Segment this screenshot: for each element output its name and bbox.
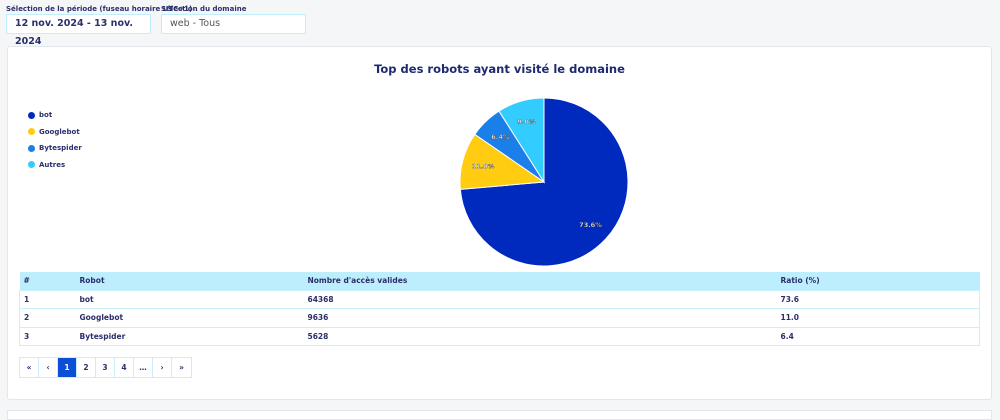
domain-label: Sélection du domaine xyxy=(161,5,247,13)
legend-item-autres[interactable]: Autres xyxy=(28,157,82,174)
legend-item-bot[interactable]: bot xyxy=(28,107,82,124)
column-header[interactable]: Robot xyxy=(75,272,304,290)
pie-data-label: 9.0% xyxy=(517,118,536,126)
table-row: 2 Googlebot 9636 11.0 xyxy=(19,308,980,327)
chart-title: Top des robots ayant visité le domaine xyxy=(374,62,625,76)
table-cell: bot xyxy=(75,289,304,309)
robots-card: Top des robots ayant visité le domaine b… xyxy=(7,46,992,400)
legend-label: bot xyxy=(39,111,53,120)
table-cell: 9636 xyxy=(303,308,777,327)
table-cell: 64368 xyxy=(303,289,777,309)
column-header[interactable]: # xyxy=(19,272,76,290)
table-cell: 73.6 xyxy=(776,289,980,309)
legend-label: Autres xyxy=(39,160,66,169)
legend-marker xyxy=(28,144,35,152)
next-card xyxy=(7,410,992,420)
table-cell: 3 xyxy=(19,326,76,346)
page-button[interactable]: 1 xyxy=(58,358,77,377)
pie-data-label: 73.6% xyxy=(579,221,602,229)
legend-label: Googlebot xyxy=(39,127,80,136)
table-cell: 1 xyxy=(19,289,76,309)
domain-select[interactable]: web - Tous xyxy=(161,14,306,34)
page-button[interactable]: « xyxy=(20,358,39,377)
legend-marker xyxy=(28,128,35,136)
pie-chart: 73.6% 11.0% 6.4% 9.0% xyxy=(459,97,628,267)
page-button[interactable]: 2 xyxy=(77,358,96,377)
robots-table: # Robot Nombre d'accès valides Ratio (%) 1b… xyxy=(19,272,980,346)
table-cell: Bytespider xyxy=(75,326,304,346)
column-header[interactable]: Ratio (%) xyxy=(776,272,980,290)
pie-data-label: 6.4% xyxy=(491,133,510,141)
table-cell: 2 xyxy=(19,308,76,327)
table-cell: Googlebot xyxy=(75,308,304,327)
chart-legend: bot Googlebot Bytespider Autres xyxy=(28,107,82,173)
legend-item-bytespider[interactable]: Bytespider xyxy=(28,140,82,157)
pie-data-label: 11.0% xyxy=(472,162,495,170)
legend-label: Bytespider xyxy=(39,144,82,153)
legend-marker xyxy=(28,111,35,119)
pagination: «‹ 1 2 3 4… ›» xyxy=(19,357,192,378)
table-cell: 11.0 xyxy=(776,308,980,327)
page-button[interactable]: … xyxy=(134,358,153,377)
page-button[interactable]: 4 xyxy=(115,358,134,377)
table-cell: 6.4 xyxy=(776,326,980,346)
page-button[interactable]: » xyxy=(172,358,191,377)
page-button[interactable]: › xyxy=(153,358,172,377)
legend-marker xyxy=(28,161,35,169)
legend-item-googlebot[interactable]: Googlebot xyxy=(28,124,82,141)
page-button[interactable]: 3 xyxy=(96,358,115,377)
page-button[interactable]: ‹ xyxy=(39,358,58,377)
table-row: 1 bot 64368 73.6 xyxy=(19,289,980,309)
column-header[interactable]: Nombre d'accès valides xyxy=(303,272,777,290)
period-picker[interactable]: 12 nov. 2024 - 13 nov. 2024 xyxy=(6,14,151,47)
table-row: 3 Bytespider 5628 6.4 xyxy=(19,326,980,346)
table-cell: 5628 xyxy=(303,326,777,346)
